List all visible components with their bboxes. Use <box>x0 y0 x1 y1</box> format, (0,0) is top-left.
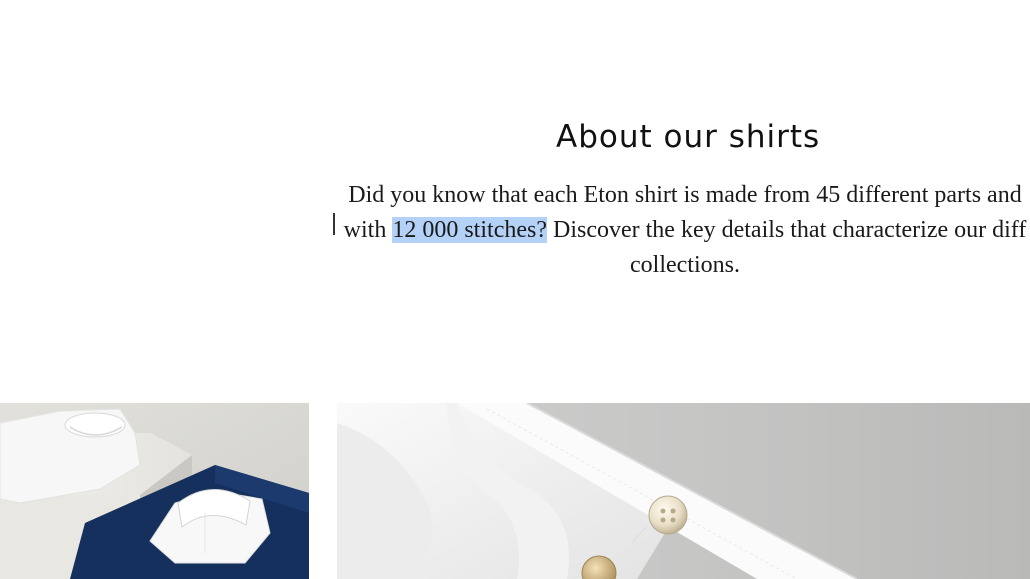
section-title: About our shirts <box>556 119 821 155</box>
description-line-3: collections. <box>630 252 740 278</box>
shirt-cuff-image[interactable] <box>337 403 1030 579</box>
description-line-2-start: with <box>343 217 393 243</box>
text-cursor-icon <box>333 213 335 235</box>
folded-shirts-photo <box>0 403 309 579</box>
description-line-2-end: Discover the key details that characteri… <box>546 217 1027 243</box>
description-line-2: with 12 000 stitches? Discover the key d… <box>240 213 1030 248</box>
page: About our shirts Did you know that each … <box>0 0 1030 579</box>
selected-text-highlight[interactable]: 12 000 stitches? <box>392 217 547 243</box>
section-description: Did you know that each Eton shirt is mad… <box>240 178 1030 283</box>
folded-shirts-image[interactable] <box>0 403 309 579</box>
description-line-1: Did you know that each Eton shirt is mad… <box>348 182 1022 208</box>
shirt-cuff-photo <box>337 403 1030 579</box>
